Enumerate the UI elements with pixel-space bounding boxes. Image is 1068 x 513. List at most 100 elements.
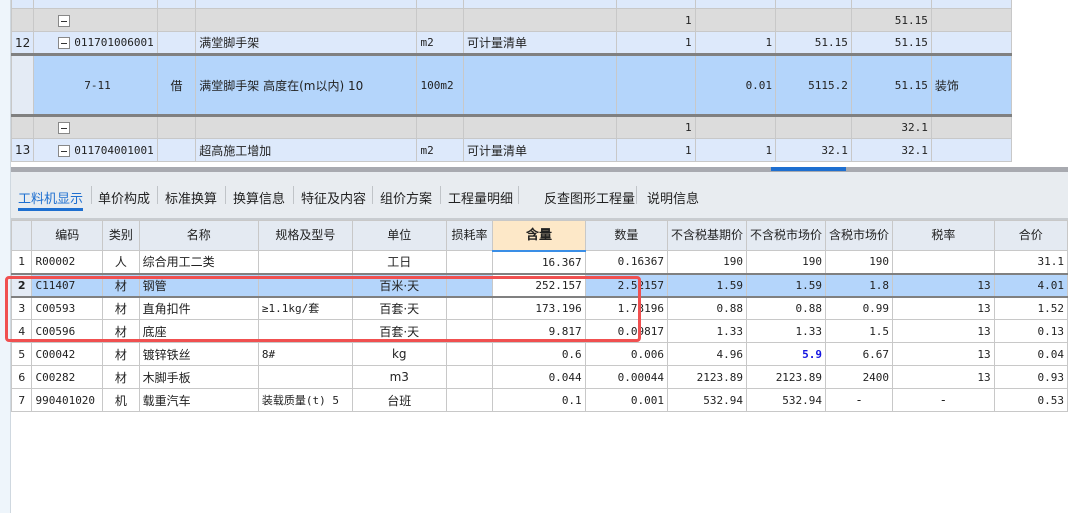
column-header[interactable]: 数量: [584, 220, 669, 251]
cell-含税市场价[interactable]: 1.5: [825, 319, 894, 343]
cell-合价[interactable]: 4.01: [993, 272, 1068, 298]
cell-含量[interactable]: 252.157: [492, 272, 586, 298]
cell-数量[interactable]: 1.73196: [584, 296, 669, 320]
cell-规格及型号[interactable]: [257, 272, 353, 298]
cell-名称[interactable]: 钢管: [138, 272, 259, 298]
cell-数量[interactable]: 0.00044: [584, 365, 669, 389]
cell-含量[interactable]: 16.367: [492, 250, 586, 274]
cell-规格及型号[interactable]: 8#: [257, 342, 353, 366]
material-row[interactable]: 7 990401020 机载重汽车 装载质量(t) 5 台班 0.1 0.001 532.94…: [10, 388, 1068, 412]
column-header[interactable]: 损耗率: [445, 220, 494, 251]
cell-税率[interactable]: -: [892, 388, 995, 412]
cell-税率[interactable]: 13: [892, 296, 995, 320]
bill-row[interactable]: 13 011704001001 超高施工增加 m2 可计量清单 1 1 32.1 32.1: [10, 138, 1068, 162]
material-row[interactable]: 6 C00282 材木脚手板 m3 0.044 0.00044 2123.89 2123.89…: [10, 365, 1068, 389]
bill-row[interactable]: 12 011701006001 满堂脚手架 m2 可计量清单 1 1 51.15 51.15: [10, 31, 1068, 55]
bill-row[interactable]: [10, 0, 1068, 9]
tab-5[interactable]: 特征及内容: [301, 188, 366, 207]
cell-税率[interactable]: 13: [892, 272, 995, 298]
item-code[interactable]: 011704001001: [33, 138, 158, 162]
column-header[interactable]: 编码: [31, 220, 104, 251]
cell-数量[interactable]: 2.52157: [584, 272, 669, 298]
item-code[interactable]: [33, 115, 158, 139]
column-header[interactable]: [10, 220, 33, 251]
cell-税率[interactable]: 13: [892, 365, 995, 389]
cell-规格及型号[interactable]: 装载质量(t) 5: [257, 388, 353, 412]
cell-不含税市场价[interactable]: 2123.89: [746, 365, 827, 389]
cell-不含税市场价[interactable]: 0.88: [746, 296, 827, 320]
tab-9[interactable]: 说明信息: [647, 188, 699, 207]
cell-类别[interactable]: 材: [102, 272, 140, 298]
cell-名称[interactable]: 综合用工二类: [138, 250, 259, 274]
tab-8[interactable]: 反查图形工程量: [544, 188, 635, 207]
tab-3[interactable]: 标准换算: [165, 188, 217, 207]
column-header[interactable]: 不含税基期价: [667, 220, 748, 251]
cell-含量[interactable]: 0.044: [492, 365, 586, 389]
cell-名称[interactable]: 载重汽车: [138, 388, 259, 412]
cell-合价[interactable]: 1.52: [993, 296, 1068, 320]
cell-单位[interactable]: m3: [351, 365, 447, 389]
bill-row[interactable]: 7-11 借满堂脚手架 高度在(m以内) 10 100m2 0.01 5115.2 51.…: [10, 53, 1068, 117]
collapse-toggle-icon[interactable]: [58, 14, 71, 27]
cell-含税市场价[interactable]: 6.67: [825, 342, 894, 366]
cell-类别[interactable]: 材: [102, 296, 140, 320]
cell-含税市场价[interactable]: 2400: [825, 365, 894, 389]
item-code[interactable]: 7-11: [33, 53, 158, 117]
column-header[interactable]: 单位: [351, 220, 447, 251]
cell-单位[interactable]: 百米·天: [351, 272, 447, 298]
cell-损耗率[interactable]: [445, 272, 494, 298]
cell-税率[interactable]: [892, 250, 995, 274]
collapse-toggle-icon[interactable]: [58, 37, 71, 49]
cell-税率[interactable]: 13: [892, 342, 995, 366]
cell-含税市场价[interactable]: 190: [825, 250, 894, 274]
tab-2[interactable]: 单价构成: [98, 188, 150, 207]
cell-不含税基期价[interactable]: 2123.89: [667, 365, 748, 389]
collapse-toggle-icon[interactable]: [58, 122, 71, 134]
cell-含税市场价[interactable]: 0.99: [825, 296, 894, 320]
cell-合价[interactable]: 0.13: [993, 319, 1068, 343]
splitter-handle[interactable]: [771, 167, 846, 171]
cell-类别[interactable]: 材: [102, 342, 140, 366]
tab-7[interactable]: 工程量明细: [448, 188, 513, 207]
column-header[interactable]: 不含税市场价: [746, 220, 827, 251]
cell-合价[interactable]: 31.1: [993, 250, 1068, 274]
cell-不含税市场价[interactable]: 532.94: [746, 388, 827, 412]
cell-损耗率[interactable]: [445, 342, 494, 366]
cell-合价[interactable]: 0.53: [993, 388, 1068, 412]
cell-不含税基期价[interactable]: 1.59: [667, 272, 748, 298]
column-header[interactable]: 合价: [993, 220, 1068, 251]
cell-损耗率[interactable]: [445, 250, 494, 274]
cell-数量[interactable]: 0.006: [584, 342, 669, 366]
cell-单位[interactable]: kg: [351, 342, 447, 366]
materials-grid[interactable]: 编码 类别 名称 规格及型号 单位 损耗率 含量 数量 不含税基期价 不含税市场价 含税市场价 税率合…: [10, 220, 1068, 412]
cell-单位[interactable]: 百套·天: [351, 319, 447, 343]
collapse-toggle-icon[interactable]: [58, 144, 71, 157]
cell-类别[interactable]: 材: [102, 319, 140, 343]
bill-row[interactable]: 1 51.15: [10, 8, 1068, 32]
tab-1[interactable]: 工料机显示: [18, 188, 84, 211]
item-code[interactable]: [33, 8, 158, 32]
column-header[interactable]: 税率: [892, 220, 995, 251]
column-header[interactable]: 含量: [492, 220, 586, 252]
cell-含量[interactable]: 0.6: [492, 342, 586, 366]
cell-不含税基期价[interactable]: 532.94: [667, 388, 748, 412]
cell-规格及型号[interactable]: [257, 250, 353, 274]
cell-单位[interactable]: 百套·天: [351, 296, 447, 320]
cell-损耗率[interactable]: [445, 365, 494, 389]
bill-row[interactable]: 1 32.1: [10, 115, 1068, 139]
cell-数量[interactable]: 0.09817: [584, 319, 669, 343]
cell-名称[interactable]: 直角扣件: [138, 296, 259, 320]
cell-含税市场价[interactable]: 1.8: [825, 272, 894, 298]
cell-规格及型号[interactable]: [257, 365, 353, 389]
cell-编码[interactable]: C00282: [31, 365, 104, 389]
cell-类别[interactable]: 材: [102, 365, 140, 389]
material-row[interactable]: 4 C00596 材底座 百套·天 9.817 0.09817 1.33 1.33 1.5 13 0…: [10, 319, 1068, 343]
tab-6[interactable]: 组价方案: [380, 188, 432, 207]
material-row[interactable]: 2 C11407 材钢管 百米·天 252.157 2.52157 1.59 1.59 1.8 1…: [10, 272, 1068, 298]
column-header[interactable]: 名称: [138, 220, 259, 251]
cell-税率[interactable]: 13: [892, 319, 995, 343]
cell-含量[interactable]: 173.196: [492, 296, 586, 320]
cell-名称[interactable]: 木脚手板: [138, 365, 259, 389]
cell-类别[interactable]: 机: [102, 388, 140, 412]
cell-不含税基期价[interactable]: 1.33: [667, 319, 748, 343]
